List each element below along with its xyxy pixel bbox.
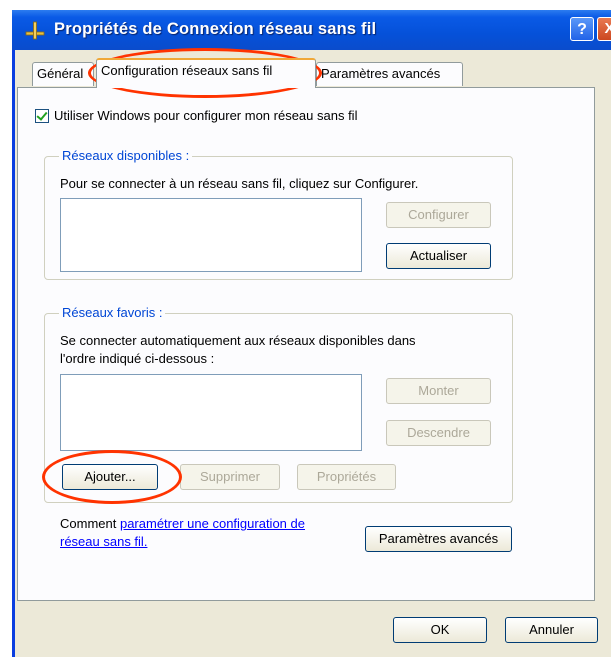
preferred-networks-list[interactable] bbox=[60, 374, 362, 451]
remove-button[interactable]: Supprimer bbox=[180, 464, 280, 490]
tab-general[interactable]: Général bbox=[32, 62, 94, 86]
available-networks-text: Pour se connecter à un réseau sans fil, … bbox=[60, 176, 419, 191]
network-connection-icon bbox=[25, 21, 45, 40]
tab-advanced-params[interactable]: Paramètres avancés bbox=[316, 62, 463, 86]
move-up-button[interactable]: Monter bbox=[386, 378, 491, 404]
available-networks-list[interactable] bbox=[60, 198, 362, 272]
advanced-settings-button[interactable]: Paramètres avancés bbox=[365, 526, 512, 552]
preferred-networks-text-1: Se connecter automatiquement aux réseaux… bbox=[60, 333, 416, 348]
preferred-networks-text-2: l'ordre indiqué ci-dessous : bbox=[60, 351, 215, 366]
tab-wireless-config[interactable]: Configuration réseaux sans fil bbox=[96, 58, 316, 88]
close-button[interactable]: X bbox=[597, 17, 611, 41]
use-windows-label[interactable]: Utiliser Windows pour configurer mon rés… bbox=[54, 108, 357, 123]
properties-button[interactable]: Propriétés bbox=[297, 464, 396, 490]
help-button[interactable]: ? bbox=[570, 17, 594, 41]
ok-button[interactable]: OK bbox=[393, 617, 487, 643]
refresh-button[interactable]: Actualiser bbox=[386, 243, 491, 269]
window-title: Propriétés de Connexion réseau sans fil bbox=[54, 20, 377, 38]
preferred-networks-title: Réseaux favoris : bbox=[59, 305, 166, 320]
use-windows-checkbox[interactable] bbox=[35, 109, 49, 123]
move-down-button[interactable]: Descendre bbox=[386, 420, 491, 446]
help-link-2[interactable]: réseau sans fil. bbox=[60, 534, 147, 549]
add-button[interactable]: Ajouter... bbox=[62, 464, 158, 490]
available-networks-title: Réseaux disponibles : bbox=[59, 148, 193, 163]
help-prefix: Comment bbox=[60, 516, 120, 531]
help-link-1[interactable]: paramétrer une configuration de bbox=[120, 516, 305, 531]
configure-button[interactable]: Configurer bbox=[386, 202, 491, 228]
title-bar[interactable]: Propriétés de Connexion réseau sans fil … bbox=[12, 10, 611, 50]
cancel-button[interactable]: Annuler bbox=[505, 617, 598, 643]
help-text: Comment paramétrer une configuration de bbox=[60, 516, 305, 531]
